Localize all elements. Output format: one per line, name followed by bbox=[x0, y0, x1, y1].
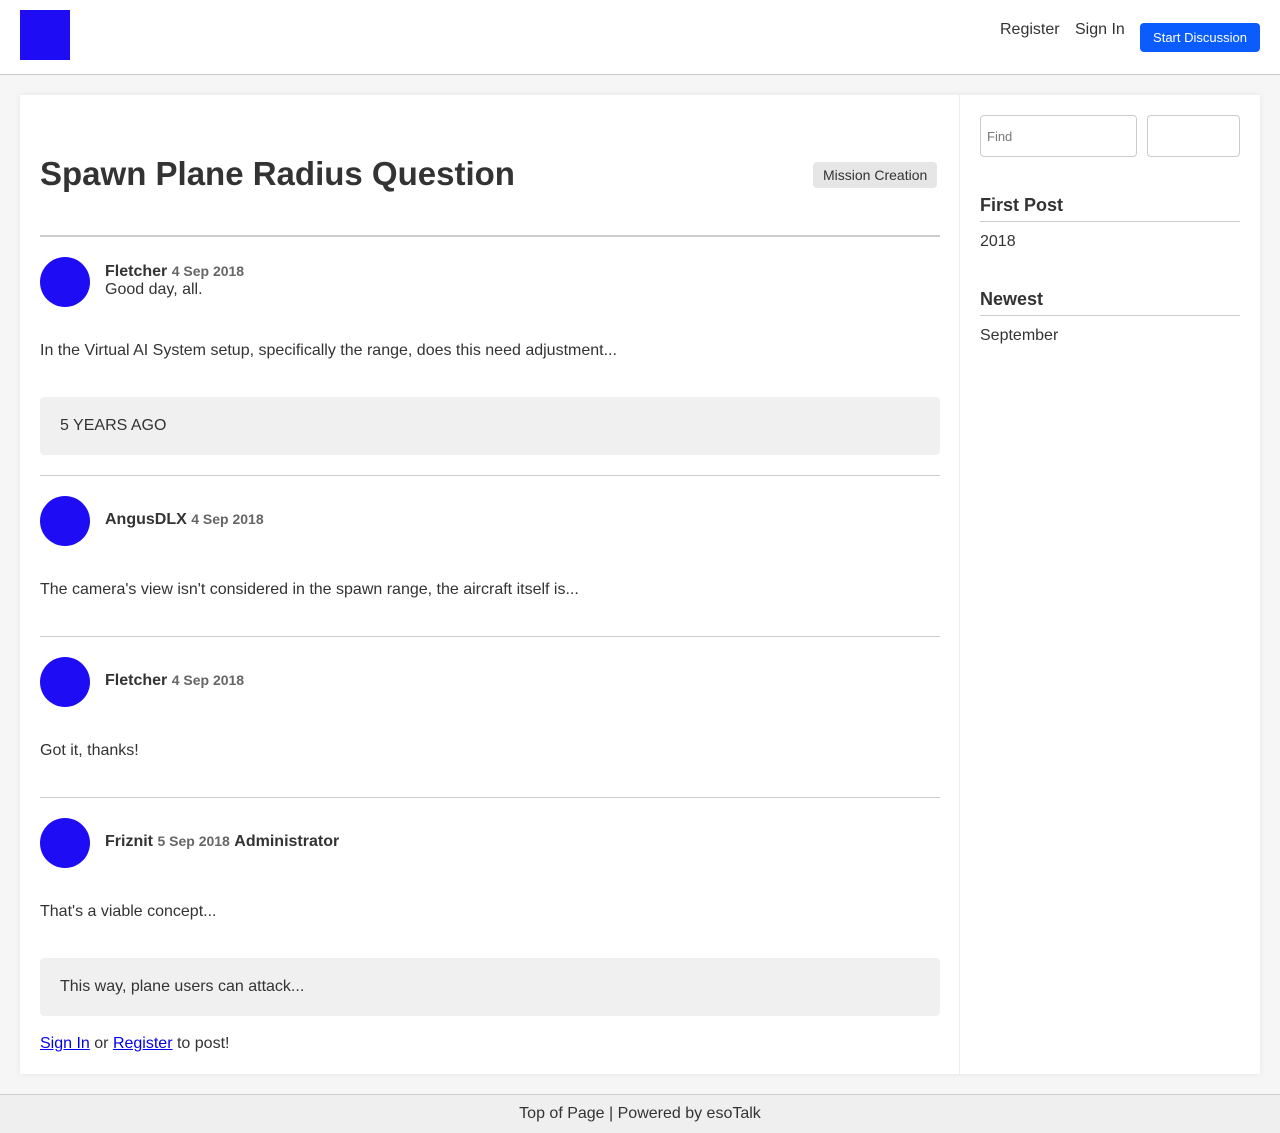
avatar[interactable] bbox=[40, 657, 90, 707]
post-meta: Fletcher 4 Sep 2018 bbox=[105, 263, 244, 281]
post-author[interactable]: AngusDLX bbox=[105, 511, 187, 528]
find-button[interactable] bbox=[1147, 115, 1240, 157]
post-greeting: Good day, all. bbox=[105, 281, 203, 298]
post-meta: Friznit 5 Sep 2018 Administrator bbox=[105, 833, 339, 851]
top-bar: Register Sign In Start Discussion bbox=[0, 0, 1280, 75]
title-divider bbox=[40, 235, 940, 237]
site-logo[interactable] bbox=[20, 10, 70, 60]
channel-tag[interactable]: Mission Creation bbox=[813, 162, 938, 188]
post-body: Got it, thanks! bbox=[40, 742, 139, 759]
post-date: 4 Sep 2018 bbox=[191, 511, 264, 527]
post-quote: This way, plane users can attack... bbox=[40, 958, 940, 1016]
post-date: 4 Sep 2018 bbox=[171, 672, 245, 688]
post-divider bbox=[40, 636, 940, 637]
newest-heading: Newest bbox=[980, 289, 1240, 316]
reply-register-link[interactable]: Register bbox=[113, 1035, 173, 1052]
post-body: In the Virtual AI System setup, specific… bbox=[40, 342, 617, 359]
avatar[interactable] bbox=[40, 496, 90, 546]
reply-prompt: Sign In or Register to post! bbox=[40, 1035, 229, 1053]
post-role-badge: Administrator bbox=[234, 833, 340, 850]
post-author[interactable]: Friznit bbox=[105, 833, 153, 850]
reply-suffix-text: to post! bbox=[176, 1035, 230, 1052]
start-discussion-button[interactable]: Start Discussion bbox=[1140, 23, 1260, 52]
signin-link[interactable]: Sign In bbox=[1075, 21, 1125, 39]
discussion-card: Spawn Plane Radius Question Mission Crea… bbox=[20, 95, 1260, 1074]
post-body: The camera's view isn't considered in th… bbox=[40, 581, 579, 598]
post-date: 5 Sep 2018 bbox=[157, 833, 230, 849]
post-divider bbox=[40, 475, 940, 476]
post-meta: Fletcher 4 Sep 2018 bbox=[105, 672, 244, 690]
post-divider bbox=[40, 797, 940, 798]
avatar[interactable] bbox=[40, 818, 90, 868]
register-link[interactable]: Register bbox=[1000, 21, 1060, 39]
avatar[interactable] bbox=[40, 257, 90, 307]
post-author[interactable]: Fletcher bbox=[105, 263, 167, 280]
reply-or-text: or bbox=[94, 1035, 109, 1052]
first-post-value[interactable]: 2018 bbox=[980, 233, 1016, 251]
newest-value[interactable]: September bbox=[980, 327, 1058, 345]
first-post-heading: First Post bbox=[980, 195, 1240, 222]
discussion-main: Spawn Plane Radius Question Mission Crea… bbox=[20, 95, 959, 1074]
footer[interactable]: Top of Page | Powered by esoTalk bbox=[0, 1094, 1280, 1133]
reply-signin-link[interactable]: Sign In bbox=[40, 1035, 90, 1052]
post-author[interactable]: Fletcher bbox=[105, 672, 167, 689]
sidebar: First Post 2018 Newest September bbox=[959, 95, 1260, 1074]
find-input[interactable] bbox=[980, 115, 1137, 157]
post-body: That's a viable concept... bbox=[40, 903, 217, 920]
post-meta: AngusDLX 4 Sep 2018 bbox=[105, 511, 264, 529]
discussion-title: Spawn Plane Radius Question bbox=[40, 155, 515, 192]
post-date: 4 Sep 2018 bbox=[171, 263, 245, 279]
post-quote: 5 YEARS AGO bbox=[40, 397, 940, 455]
